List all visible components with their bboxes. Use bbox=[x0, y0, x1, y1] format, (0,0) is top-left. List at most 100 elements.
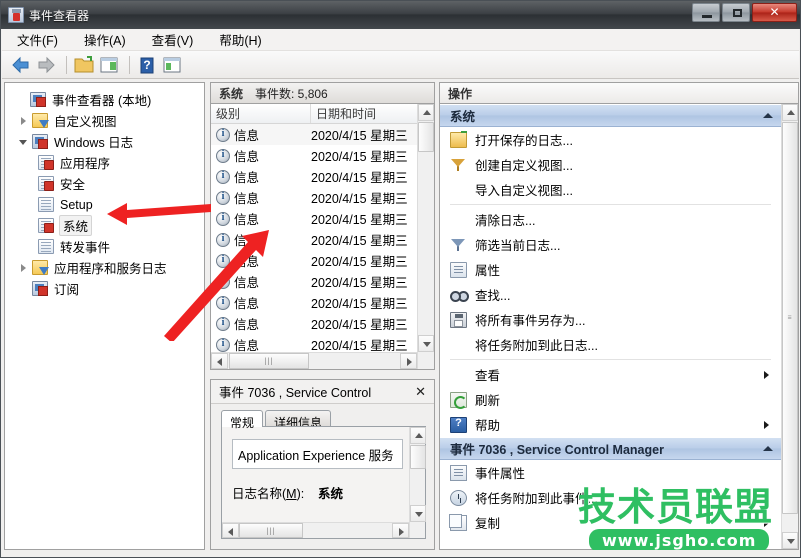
events-vertical-scrollbar[interactable] bbox=[417, 104, 434, 369]
chevron-up-icon[interactable] bbox=[763, 113, 773, 118]
tree-item-setup[interactable]: Setup bbox=[11, 194, 204, 215]
table-row[interactable]: 信息 2020/4/15 星期三 bbox=[211, 145, 434, 166]
detail-vertical-scrollbar[interactable] bbox=[409, 427, 426, 538]
actions-scroll-thumb[interactable]: ≡ bbox=[782, 122, 798, 514]
action-clear-log[interactable]: 清除日志... bbox=[440, 207, 781, 232]
scroll-thumb[interactable] bbox=[418, 122, 434, 152]
chevron-down-icon[interactable] bbox=[17, 135, 30, 148]
menu-view[interactable]: 查看(V) bbox=[149, 28, 197, 51]
action-filter-current-log[interactable]: 筛选当前日志... bbox=[440, 232, 781, 257]
close-button[interactable]: ✕ bbox=[752, 3, 797, 22]
minimize-button[interactable] bbox=[692, 3, 720, 22]
actions-scroll-down-button[interactable] bbox=[782, 532, 798, 549]
actions-scroll-up-button[interactable] bbox=[782, 104, 798, 121]
action-section-system[interactable]: 系统 bbox=[440, 104, 781, 127]
actions-list[interactable]: 系统 打开保存的日志... 创建自定义视图... 导入自定义视图... 清除日志… bbox=[439, 103, 799, 550]
log-warn-icon bbox=[38, 176, 54, 191]
tree-item-security[interactable]: 安全 bbox=[11, 173, 204, 194]
forward-icon[interactable] bbox=[35, 54, 57, 76]
detail-horizontal-scrollbar[interactable]: ||| bbox=[222, 522, 409, 538]
find-icon bbox=[450, 287, 469, 303]
event-detail-pane: 事件 7036 , Service Control ✕ 常规 详细信息 Appl… bbox=[210, 379, 435, 550]
field-log-name: 日志名称(M): 系统 bbox=[232, 483, 403, 502]
tree-root-event-viewer[interactable]: 事件查看器 (本地) bbox=[11, 89, 204, 110]
show-tree-pane-icon[interactable] bbox=[98, 54, 120, 76]
table-row[interactable]: 信息 2020/4/15 星期三 bbox=[211, 292, 434, 313]
table-row[interactable]: 信息 2020/4/15 星期三 bbox=[211, 124, 434, 145]
column-level[interactable]: 级别 bbox=[211, 104, 311, 123]
navigation-tree-panel[interactable]: 事件查看器 (本地) 自定义视图 Windows 日志 应用程序 安全 Setu… bbox=[4, 82, 205, 550]
table-row[interactable]: 信息 2020/4/15 星期三 bbox=[211, 208, 434, 229]
action-create-custom-view[interactable]: 创建自定义视图... bbox=[440, 152, 781, 177]
scroll-up-button[interactable] bbox=[418, 104, 434, 121]
action-section-event[interactable]: 事件 7036 , Service Control Manager bbox=[440, 437, 781, 460]
detail-scroll-down-button[interactable] bbox=[410, 505, 426, 522]
scroll-right-button[interactable] bbox=[400, 353, 417, 369]
close-icon[interactable]: ✕ bbox=[413, 384, 428, 400]
close-icon: ✕ bbox=[769, 5, 780, 19]
submenu-arrow-icon bbox=[764, 420, 769, 429]
actions-vertical-scrollbar[interactable]: ≡ bbox=[781, 104, 798, 549]
events-count: 事件数: 5,806 bbox=[255, 86, 328, 101]
action-label: 属性 bbox=[475, 264, 501, 278]
hscroll-thumb[interactable]: ||| bbox=[229, 353, 309, 369]
open-folder-icon[interactable] bbox=[73, 54, 95, 76]
tab-general[interactable]: 常规 bbox=[221, 410, 264, 430]
column-datetime[interactable]: 日期和时间 bbox=[311, 104, 421, 123]
help-icon[interactable]: ? bbox=[136, 54, 158, 76]
menu-help[interactable]: 帮助(H) bbox=[216, 28, 264, 51]
menu-action[interactable]: 操作(A) bbox=[81, 28, 129, 51]
menu-file[interactable]: 文件(F) bbox=[14, 28, 61, 51]
tree-item-custom-views[interactable]: 自定义视图 bbox=[11, 110, 204, 131]
table-row[interactable]: 信息 2020/4/15 星期三 bbox=[211, 187, 434, 208]
cell-level: 信息 bbox=[234, 213, 260, 227]
detail-scroll-thumb[interactable] bbox=[410, 445, 426, 469]
events-list[interactable]: 级别 日期和时间 信息 2020/4/15 星期三 信息 2020/4/15 星… bbox=[210, 103, 435, 370]
action-find[interactable]: 查找... bbox=[440, 282, 781, 307]
table-row[interactable]: 信息 2020/4/15 星期三 bbox=[211, 166, 434, 187]
tree-item-system[interactable]: 系统 bbox=[11, 215, 204, 236]
maximize-button[interactable] bbox=[722, 3, 750, 22]
tree-item-label: 自定义视图 bbox=[54, 115, 117, 129]
action-open-saved-log[interactable]: 打开保存的日志... bbox=[440, 127, 781, 152]
action-attach-task-to-log[interactable]: 将任务附加到此日志... bbox=[440, 332, 781, 357]
table-row[interactable]: 信息 2020/4/15 星期三 bbox=[211, 229, 434, 250]
action-help[interactable]: 帮助 bbox=[440, 412, 781, 437]
table-row[interactable]: 信息 2020/4/15 星期三 bbox=[211, 271, 434, 292]
tree-item-label: 订阅 bbox=[54, 283, 80, 297]
scroll-down-button[interactable] bbox=[418, 335, 434, 352]
detail-scroll-left-button[interactable] bbox=[222, 523, 239, 538]
tree-splitter[interactable] bbox=[205, 82, 209, 550]
chevron-up-icon[interactable] bbox=[763, 446, 773, 451]
action-properties[interactable]: 属性 bbox=[440, 257, 781, 282]
show-action-pane-icon[interactable] bbox=[161, 54, 183, 76]
tree-item-application[interactable]: 应用程序 bbox=[11, 152, 204, 173]
tree-item-windows-logs[interactable]: Windows 日志 bbox=[11, 131, 204, 152]
events-pane-header: 系统 事件数: 5,806 bbox=[210, 82, 435, 103]
chevron-right-icon[interactable] bbox=[17, 114, 30, 127]
action-event-properties[interactable]: 事件属性 bbox=[440, 460, 781, 485]
chevron-right-icon[interactable] bbox=[17, 261, 30, 274]
table-row[interactable]: 信息 2020/4/15 星期三 bbox=[211, 250, 434, 271]
action-label: 打开保存的日志... bbox=[475, 134, 573, 148]
action-import-custom-view[interactable]: 导入自定义视图... bbox=[440, 177, 781, 202]
detail-hscroll-thumb[interactable]: ||| bbox=[239, 523, 303, 538]
cell-datetime: 2020/4/15 星期三 bbox=[311, 276, 408, 290]
section-title: 事件 7036 , Service Control Manager bbox=[450, 443, 664, 457]
action-save-all-events[interactable]: 将所有事件另存为... bbox=[440, 307, 781, 332]
tree-item-subscriptions[interactable]: 订阅 bbox=[11, 278, 204, 299]
detail-scroll-right-button[interactable] bbox=[392, 523, 409, 538]
action-refresh[interactable]: 刷新 bbox=[440, 387, 781, 412]
action-view[interactable]: 查看 bbox=[440, 362, 781, 387]
cell-level: 信息 bbox=[234, 297, 260, 311]
back-icon[interactable] bbox=[10, 54, 32, 76]
action-label: 帮助 bbox=[475, 419, 501, 433]
events-horizontal-scrollbar[interactable]: ||| bbox=[211, 352, 417, 369]
tree-item-forwarded-events[interactable]: 转发事件 bbox=[11, 236, 204, 257]
tab-details[interactable]: 详细信息 bbox=[265, 410, 332, 430]
table-row[interactable]: 信息 2020/4/15 星期三 bbox=[211, 313, 434, 334]
scroll-left-button[interactable] bbox=[211, 353, 228, 369]
tree-item-apps-and-services-logs[interactable]: 应用程序和服务日志 bbox=[11, 257, 204, 278]
watermark-text: 技术员联盟 bbox=[578, 485, 774, 529]
detail-scroll-up-button[interactable] bbox=[410, 427, 426, 444]
